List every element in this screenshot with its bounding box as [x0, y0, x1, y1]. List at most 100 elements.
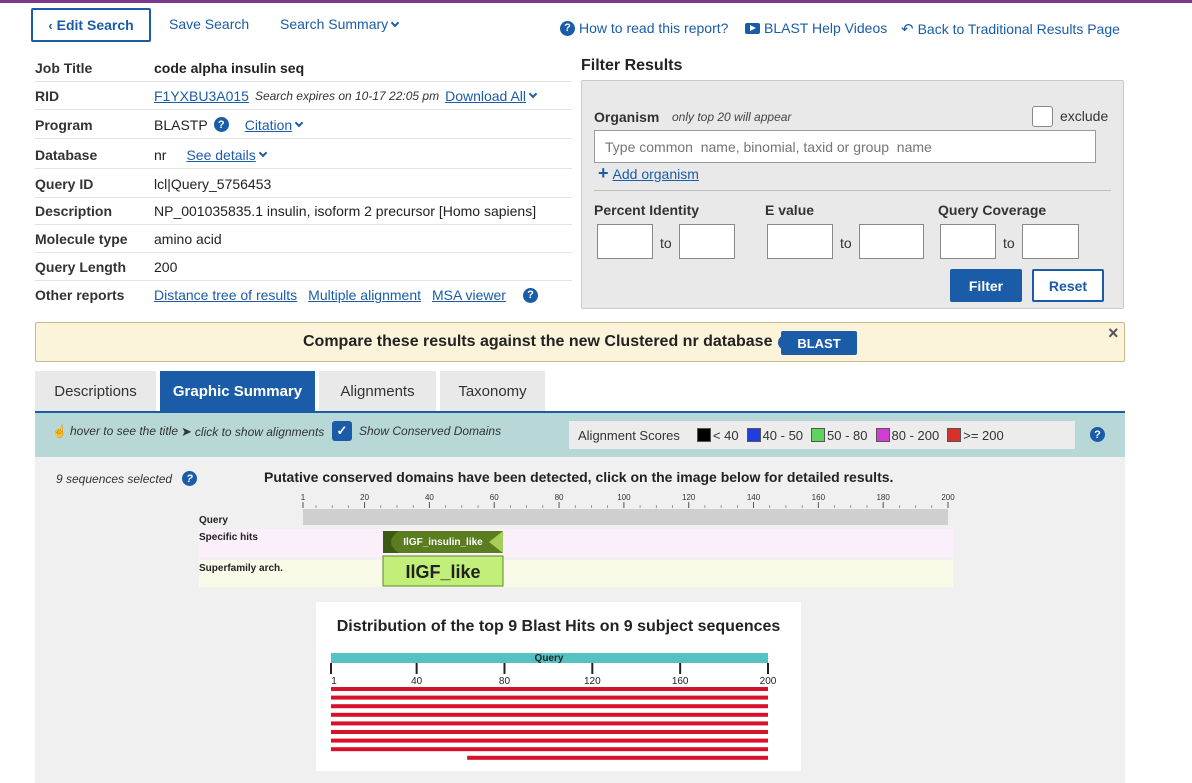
- job-title-value: code alpha insulin seq: [154, 59, 305, 76]
- cd-tick-label: 180: [876, 493, 890, 502]
- banner-text: Compare these results against the new Cl…: [303, 333, 773, 350]
- checkbox-checked-icon: ✓: [332, 421, 352, 441]
- hit-bar: [331, 738, 768, 743]
- cd-tick-label: 160: [812, 493, 826, 502]
- msa-viewer-link[interactable]: MSA viewer: [432, 287, 506, 303]
- tab-taxonomy[interactable]: Taxonomy: [440, 371, 545, 412]
- filter-panel: Organism only top 20 will appear exclude…: [581, 80, 1124, 309]
- hit-bars: [331, 687, 768, 760]
- superfamily-domain[interactable]: IlGF_like: [382, 555, 504, 587]
- cd-ruler: 1 20 40 60 80 100 120 140 160 180 200: [301, 493, 955, 508]
- rid-row: RID F1YXBU3A015 Search expires on 10-17 …: [35, 82, 572, 110]
- score-swatch: [746, 428, 761, 442]
- row-label: RID: [35, 87, 60, 104]
- specific-hit-domain[interactable]: IlGF_insulin_like: [383, 531, 503, 553]
- dist-tick-label: 40: [411, 676, 423, 687]
- cd-tick-label: 200: [941, 493, 955, 502]
- help-icon[interactable]: ?: [522, 287, 538, 303]
- blast-button[interactable]: BLAST: [781, 331, 857, 355]
- organism-input[interactable]: [594, 130, 1096, 163]
- organism-hint: only top 20 will appear: [672, 110, 792, 124]
- filter-divider: [594, 190, 1111, 191]
- how-to-read-link[interactable]: ? How to read this report?: [560, 20, 728, 36]
- hit-bar: [331, 747, 768, 752]
- chevron-down-icon: [528, 89, 538, 99]
- show-conserved-domains-toggle[interactable]: ✓ Show Conserved Domains: [332, 421, 501, 441]
- query-id-value: lcl|Query_5756453: [154, 175, 272, 192]
- reset-button[interactable]: Reset: [1032, 269, 1104, 302]
- to-label: to: [1003, 235, 1015, 251]
- chevron-left-icon: ‹: [48, 17, 53, 33]
- cd-tick-label: 80: [555, 493, 564, 502]
- back-to-traditional-link[interactable]: ↶ Back to Traditional Results Page: [901, 20, 1120, 38]
- plus-icon: +: [598, 163, 609, 183]
- percent-identity-max-input[interactable]: [679, 224, 735, 259]
- row-label: Database: [35, 146, 98, 163]
- e-value-min-input[interactable]: [767, 224, 833, 259]
- save-search-link[interactable]: Save Search: [169, 16, 249, 32]
- conserved-domains-graphic[interactable]: 1 20 40 60 80 100 120 140 160 180 200 Query Specif…: [197, 491, 957, 591]
- other-reports-row: Other reports Distance tree of results M…: [35, 281, 572, 309]
- tab-alignments[interactable]: Alignments: [319, 371, 436, 412]
- filter-button[interactable]: Filter: [950, 269, 1022, 302]
- tab-descriptions[interactable]: Descriptions: [35, 371, 156, 412]
- tab-graphic-summary[interactable]: Graphic Summary: [160, 371, 315, 412]
- search-summary-dropdown[interactable]: Search Summary: [280, 16, 400, 32]
- citation-label: Citation: [244, 116, 293, 133]
- see-details-label: See details: [186, 146, 256, 163]
- hit-bar: [331, 712, 768, 717]
- percent-identity-min-input[interactable]: [597, 224, 653, 259]
- cd-tick-label: 140: [747, 493, 761, 502]
- graphic-summary-panel: 9 sequences selected ? Putative conserve…: [35, 457, 1125, 783]
- query-coverage-min-input[interactable]: [940, 224, 996, 259]
- hit-distribution-panel: Distribution of the top 9 Blast Hits on …: [316, 602, 801, 771]
- superfamily-label: Superfamily arch.: [199, 563, 283, 574]
- chevron-down-icon: [258, 148, 267, 158]
- score-range-label: 40 - 50: [762, 427, 804, 443]
- add-organism-link[interactable]: + Add organism: [598, 163, 699, 184]
- distance-tree-link[interactable]: Distance tree of results: [154, 287, 297, 303]
- hit-bar: [331, 695, 768, 700]
- row-label: Query ID: [35, 175, 94, 192]
- help-icon[interactable]: ?: [1090, 427, 1105, 442]
- program-row: Program BLASTP ? Citation: [35, 111, 572, 139]
- row-label: Job Title: [35, 59, 93, 76]
- help-icon[interactable]: ?: [213, 117, 229, 132]
- multiple-alignment-link[interactable]: Multiple alignment: [308, 287, 421, 303]
- rid-link[interactable]: F1YXBU3A015: [154, 88, 249, 104]
- download-all-dropdown[interactable]: Download All: [445, 88, 538, 104]
- see-details-dropdown[interactable]: See details: [186, 147, 267, 163]
- undo-icon: ↶: [901, 21, 914, 38]
- edit-search-button[interactable]: ‹ Edit Search: [31, 8, 151, 42]
- citation-dropdown[interactable]: Citation: [245, 117, 304, 133]
- program-value: BLASTP: [154, 116, 208, 133]
- top-accent-line: [0, 0, 1192, 3]
- graphic-toolbar: ☝ hover to see the title ➤ click to show…: [35, 413, 1125, 457]
- search-summary-label: Search Summary: [280, 16, 389, 32]
- e-value-max-input[interactable]: [859, 224, 924, 259]
- close-icon[interactable]: ×: [1108, 323, 1119, 344]
- edit-search-label: Edit Search: [56, 17, 134, 33]
- show-domains-label: Show Conserved Domains: [359, 424, 502, 438]
- exclude-checkbox[interactable]: [1032, 106, 1053, 127]
- sequences-selected: 9 sequences selected ?: [56, 471, 198, 486]
- help-videos-label: BLAST Help Videos: [764, 20, 888, 36]
- video-icon: [745, 22, 760, 34]
- score-range-item: 80 - 200: [875, 428, 939, 443]
- hit-bar: [331, 721, 768, 726]
- hit-distribution-graphic[interactable]: Query 1 40 80 120 160 200: [316, 650, 801, 771]
- e-value-label: E value: [765, 202, 815, 218]
- chevron-down-icon: [390, 18, 400, 27]
- expires-text: Search expires on 10-17 22:05 pm: [254, 88, 440, 103]
- filter-results-title: Filter Results: [581, 57, 683, 74]
- query-coverage-max-input[interactable]: [1022, 224, 1079, 259]
- query-length-value: 200: [154, 258, 178, 275]
- score-range-item: 40 - 50: [746, 427, 804, 443]
- clustered-nr-banner: Compare these results against the new Cl…: [35, 322, 1125, 362]
- help-icon[interactable]: ?: [182, 471, 198, 486]
- description-row: Description NP_001035835.1 insulin, isof…: [35, 197, 572, 225]
- superfamily-hit-label: IlGF_like: [405, 562, 480, 582]
- row-label: Other reports: [35, 287, 125, 303]
- help-videos-link[interactable]: BLAST Help Videos: [745, 20, 887, 36]
- query-id-row: Query ID lcl|Query_5756453: [35, 170, 572, 198]
